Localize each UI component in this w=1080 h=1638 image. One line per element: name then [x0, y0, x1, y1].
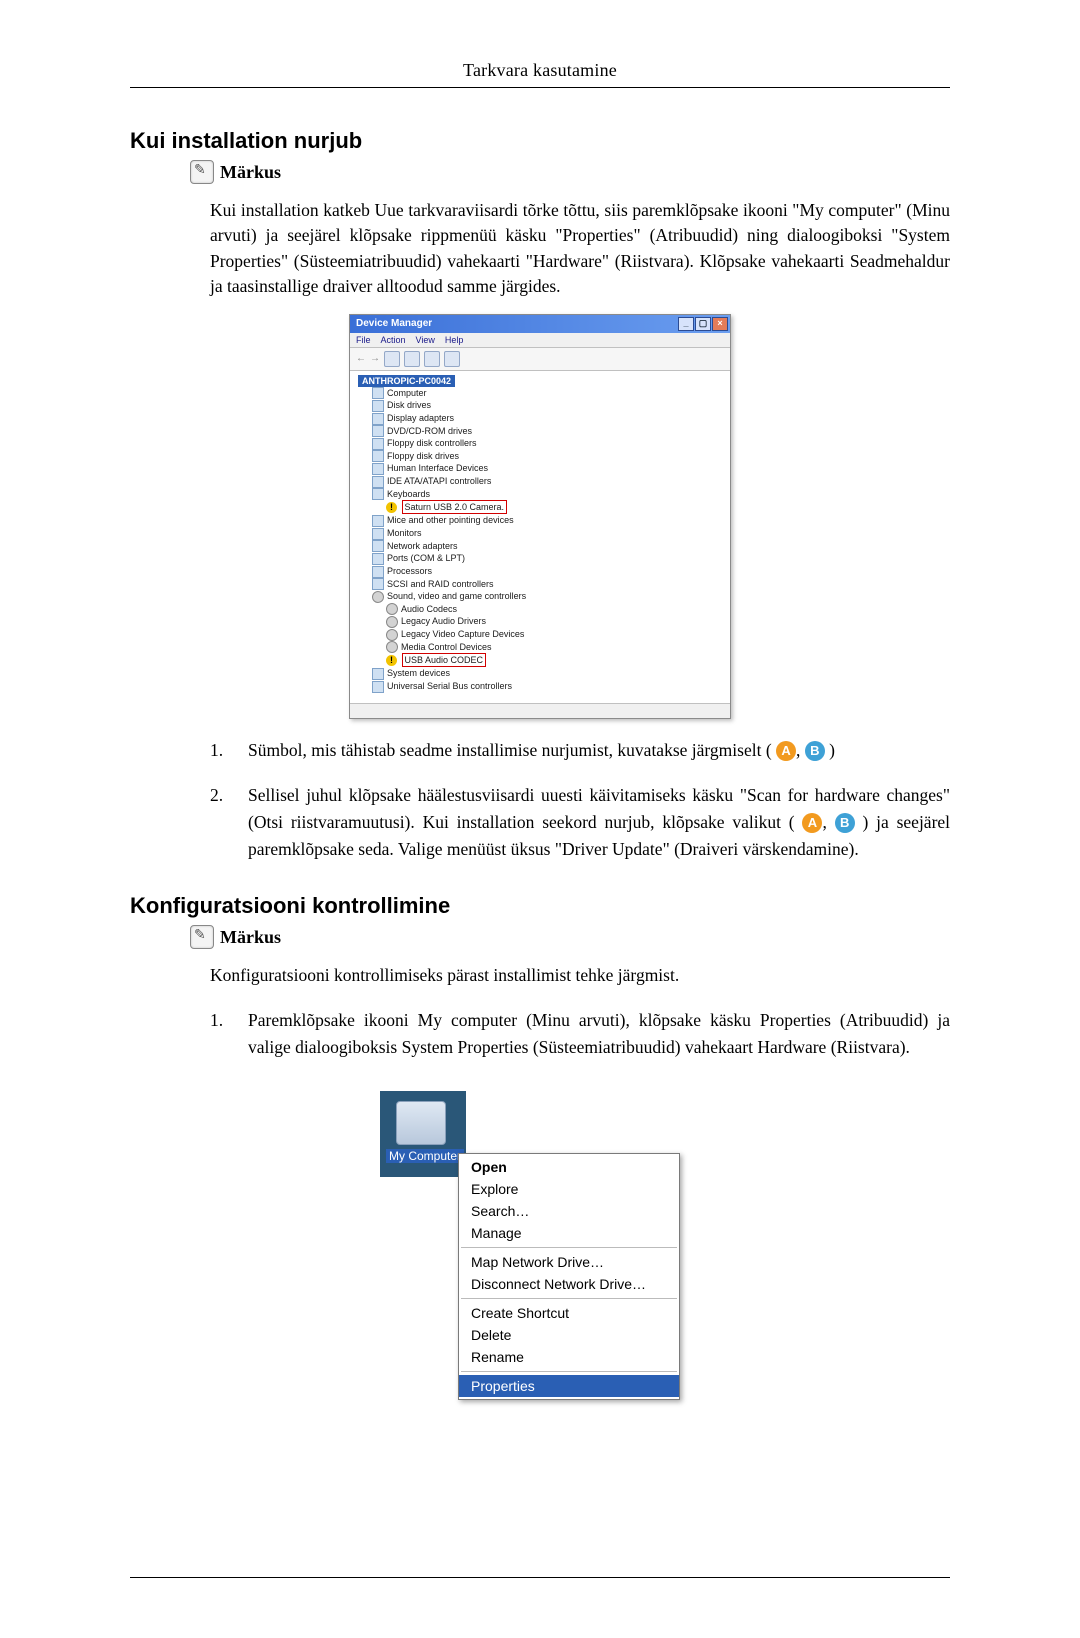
- tree-node[interactable]: Computer: [387, 388, 427, 398]
- divider-top: [130, 87, 950, 88]
- my-computer-label: My Computer: [386, 1149, 464, 1163]
- ctx-disconnect-drive[interactable]: Disconnect Network Drive…: [459, 1273, 679, 1295]
- dm-menubar: File Action View Help: [350, 333, 730, 348]
- ctx-explore[interactable]: Explore: [459, 1178, 679, 1200]
- ctx-manage[interactable]: Manage: [459, 1222, 679, 1244]
- failed-device-b[interactable]: USB Audio CODEC: [402, 653, 487, 667]
- dm-statusbar: [350, 703, 730, 718]
- divider-bottom: [130, 1577, 950, 1578]
- dm-title-text: Device Manager: [356, 318, 432, 329]
- tree-node[interactable]: Legacy Audio Drivers: [401, 616, 486, 626]
- list-item-text: Sümbol, mis tähistab seadme installimise…: [248, 737, 835, 764]
- list-item-text: Paremklõpsake ikooni My computer (Minu a…: [248, 1007, 950, 1061]
- tree-node[interactable]: Media Control Devices: [401, 642, 492, 652]
- ctx-properties[interactable]: Properties: [459, 1375, 679, 1397]
- tree-node[interactable]: Disk drives: [387, 400, 431, 410]
- ctx-separator: [461, 1247, 677, 1248]
- minimize-button[interactable]: _: [678, 317, 694, 331]
- tree-node[interactable]: Sound, video and game controllers: [387, 591, 526, 601]
- menu-action[interactable]: Action: [381, 335, 406, 345]
- toolbar-icon[interactable]: [404, 351, 420, 367]
- ctx-separator: [461, 1371, 677, 1372]
- ctx-separator: [461, 1298, 677, 1299]
- page-header: Tarkvara kasutamine: [130, 60, 950, 81]
- tree-node[interactable]: Processors: [387, 566, 432, 576]
- section1-title: Kui installation nurjub: [130, 128, 950, 154]
- note-icon: [190, 925, 214, 949]
- toolbar-icon[interactable]: [424, 351, 440, 367]
- badge-a-icon: A: [776, 741, 796, 761]
- menu-help[interactable]: Help: [445, 335, 464, 345]
- dm-titlebar: Device Manager _ ▢ ×: [350, 315, 730, 333]
- tree-node[interactable]: Floppy disk controllers: [387, 438, 477, 448]
- tree-node[interactable]: Mice and other pointing devices: [387, 515, 514, 525]
- dm-toolbar: ← →: [350, 348, 730, 371]
- tree-node[interactable]: Floppy disk drives: [387, 451, 459, 461]
- tree-node[interactable]: Network adapters: [387, 541, 458, 551]
- note-icon: [190, 160, 214, 184]
- tree-node[interactable]: Universal Serial Bus controllers: [387, 681, 512, 691]
- dm-tree: ANTHROPIC-PC0042 Computer Disk drives Di…: [350, 371, 730, 703]
- tree-node[interactable]: System devices: [387, 668, 450, 678]
- badge-b-icon: B: [835, 813, 855, 833]
- ctx-map-drive[interactable]: Map Network Drive…: [459, 1251, 679, 1273]
- tree-node[interactable]: Keyboards: [387, 489, 430, 499]
- menu-view[interactable]: View: [416, 335, 435, 345]
- warning-icon: !: [386, 502, 397, 513]
- note-label: Märkus: [220, 927, 281, 948]
- section2-paragraph: Konfiguratsiooni kontrollimiseks pärast …: [210, 963, 950, 988]
- toolbar-icon[interactable]: [384, 351, 400, 367]
- tree-node[interactable]: Legacy Video Capture Devices: [401, 629, 524, 639]
- close-button[interactable]: ×: [712, 317, 728, 331]
- ctx-delete[interactable]: Delete: [459, 1324, 679, 1346]
- badge-a-icon: A: [802, 813, 822, 833]
- menu-file[interactable]: File: [356, 335, 371, 345]
- context-menu: Open Explore Search… Manage Map Network …: [458, 1153, 680, 1400]
- section1-paragraph: Kui installation katkeb Uue tarkvaraviis…: [210, 198, 950, 300]
- ctx-search[interactable]: Search…: [459, 1200, 679, 1222]
- tree-node[interactable]: Display adapters: [387, 413, 454, 423]
- ctx-rename[interactable]: Rename: [459, 1346, 679, 1368]
- tree-node[interactable]: Monitors: [387, 528, 422, 538]
- tree-node[interactable]: IDE ATA/ATAPI controllers: [387, 476, 491, 486]
- maximize-button[interactable]: ▢: [695, 317, 711, 331]
- device-manager-window: Device Manager _ ▢ × File Action View He…: [349, 314, 731, 719]
- badge-b-icon: B: [805, 741, 825, 761]
- failed-device-a[interactable]: Saturn USB 2.0 Camera.: [402, 500, 508, 514]
- section1-list: 1. Sümbol, mis tähistab seadme installim…: [210, 737, 950, 864]
- list-number: 2.: [210, 782, 230, 863]
- section2-list: 1. Paremklõpsake ikooni My computer (Min…: [210, 1007, 950, 1061]
- ctx-create-shortcut[interactable]: Create Shortcut: [459, 1302, 679, 1324]
- list-number: 1.: [210, 1007, 230, 1061]
- context-menu-figure: My Computer Open Explore Search… Manage …: [380, 1091, 700, 1457]
- tree-node[interactable]: SCSI and RAID controllers: [387, 579, 494, 589]
- ctx-open[interactable]: Open: [459, 1156, 679, 1178]
- list-number: 1.: [210, 737, 230, 764]
- my-computer-icon[interactable]: [396, 1101, 446, 1145]
- section2-title: Konfiguratsiooni kontrollimine: [130, 893, 950, 919]
- tree-node[interactable]: Human Interface Devices: [387, 463, 488, 473]
- tree-node[interactable]: Ports (COM & LPT): [387, 553, 465, 563]
- toolbar-icon[interactable]: [444, 351, 460, 367]
- note-label: Märkus: [220, 162, 281, 183]
- tree-node[interactable]: DVD/CD-ROM drives: [387, 426, 472, 436]
- list-item-text: Sellisel juhul klõpsake häälestusviisard…: [248, 782, 950, 863]
- tree-root[interactable]: ANTHROPIC-PC0042: [358, 375, 455, 387]
- warning-icon: !: [386, 655, 397, 666]
- tree-node[interactable]: Audio Codecs: [401, 604, 457, 614]
